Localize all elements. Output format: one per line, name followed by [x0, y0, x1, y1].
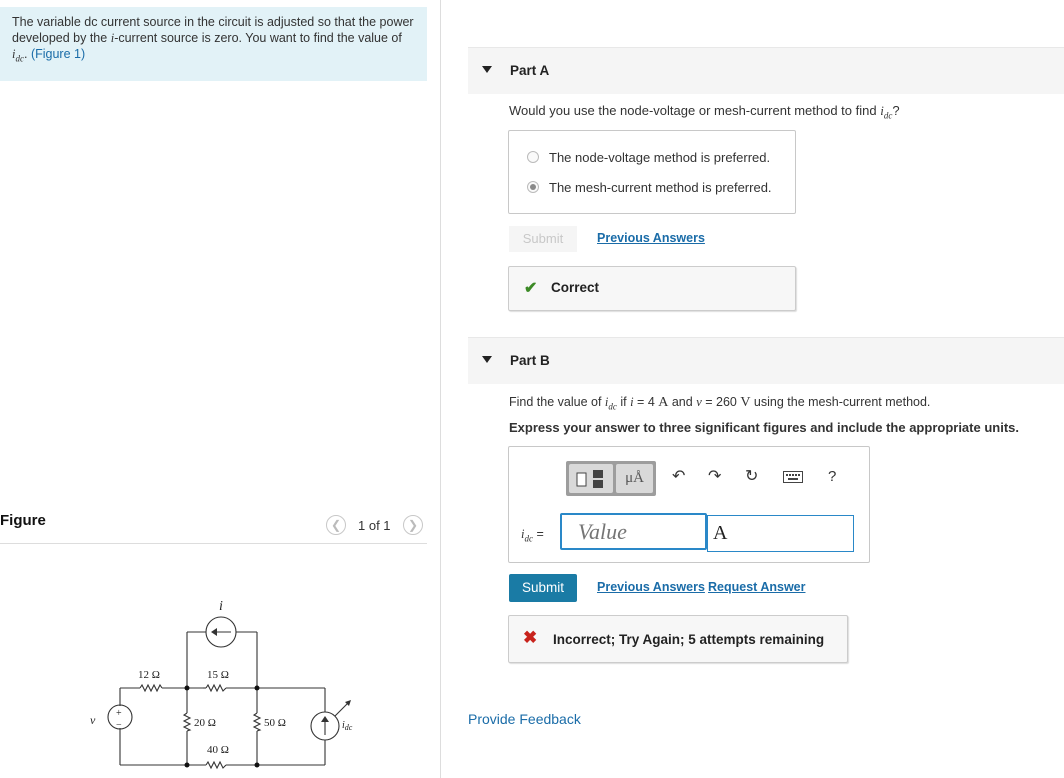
question-text: using the mesh-current method. — [750, 395, 931, 409]
question-text: Would you use the node-voltage or mesh-c… — [509, 103, 881, 118]
intro-text-part: . — [23, 47, 31, 61]
part-a-question: Would you use the node-voltage or mesh-c… — [509, 103, 900, 121]
reset-icon[interactable]: ↻ — [745, 469, 758, 485]
part-a-title: Part A — [510, 63, 550, 78]
checkmark-icon: ✔ — [524, 280, 538, 297]
unit-input[interactable] — [707, 515, 854, 552]
caret-down-icon[interactable] — [482, 66, 492, 73]
part-b-question: Find the value of idc if i = 4 A and v =… — [509, 395, 930, 412]
option-label-node-voltage[interactable]: The node-voltage method is preferred. — [549, 150, 770, 165]
question-text: if — [616, 395, 631, 409]
resistor-50-label: 50 Ω — [264, 717, 286, 729]
units-button[interactable]: μÅ — [616, 464, 653, 493]
resistor-12-label: 12 Ω — [138, 669, 160, 681]
panel-divider — [440, 0, 441, 778]
question-text: = 4 — [633, 395, 659, 409]
answer-box: μÅ ↶ ↷ ↻ ? idc = — [508, 446, 870, 563]
question-text: and — [668, 395, 697, 409]
current-i-label: i — [219, 599, 223, 614]
undo-icon[interactable]: ↶ — [672, 469, 685, 485]
provide-feedback-link[interactable]: Provide Feedback — [468, 711, 581, 727]
idc-label: idc — [342, 720, 353, 732]
radio-mesh-current[interactable] — [527, 181, 539, 193]
close-x-icon: ✖ — [523, 628, 538, 647]
radio-node-voltage[interactable] — [527, 151, 539, 163]
question-var-subscript: dc — [608, 401, 617, 412]
request-answer-link[interactable]: Request Answer — [708, 580, 805, 594]
answer-equals: = — [532, 527, 544, 541]
part-a-previous-answers-link[interactable]: Previous Answers — [597, 231, 705, 245]
figure-pagination: 1 of 1 — [358, 518, 391, 533]
caret-down-icon[interactable] — [482, 356, 492, 363]
correct-text: Correct — [551, 280, 600, 295]
circuit-diagram: 12 Ω 15 Ω 20 Ω 50 Ω 40 Ω i v + − idc — [90, 599, 353, 770]
part-a-header[interactable]: Part A — [468, 47, 1064, 94]
part-a-submit-button[interactable]: Submit — [509, 226, 577, 252]
figure-heading: Figure — [0, 512, 46, 529]
minus-sign: − — [116, 720, 122, 731]
resistor-15-label: 15 Ω — [207, 669, 229, 681]
resistor-40-label: 40 Ω — [207, 744, 229, 756]
option-label-mesh-current[interactable]: The mesh-current method is preferred. — [549, 180, 772, 195]
part-b-title: Part B — [510, 353, 550, 368]
part-b-previous-answers-link[interactable]: Previous Answers — [597, 580, 705, 594]
question-text: Find the value of — [509, 395, 605, 409]
question-text: = 260 — [701, 395, 741, 409]
intro-var-subscript: dc — [15, 53, 24, 64]
answer-var-subscript: dc — [524, 533, 533, 544]
question-text: ? — [892, 103, 900, 118]
chevron-left-icon[interactable]: ❮ — [326, 515, 346, 535]
options-box: The node-voltage method is preferred. Th… — [508, 130, 796, 214]
answer-variable-label: idc = — [521, 527, 544, 544]
incorrect-feedback-box: ✖ Incorrect; Try Again; 5 attempts remai… — [508, 615, 848, 663]
part-b-submit-button[interactable]: Submit — [509, 574, 577, 602]
figure-link[interactable]: (Figure 1) — [31, 47, 85, 61]
value-input[interactable] — [560, 513, 707, 550]
templates-icon[interactable] — [569, 464, 613, 493]
incorrect-text: Incorrect; Try Again; 5 attempts remaini… — [553, 632, 825, 647]
plus-sign: + — [116, 708, 122, 719]
resistor-20-label: 20 Ω — [194, 717, 216, 729]
question-unit: A — [658, 395, 669, 410]
help-icon[interactable]: ? — [828, 469, 836, 485]
keyboard-icon[interactable] — [783, 471, 803, 487]
voltage-v-label: v — [90, 713, 96, 727]
correct-feedback-box: ✔ Correct — [508, 266, 796, 311]
toolbar-group: μÅ — [566, 461, 656, 496]
figure-divider — [0, 543, 427, 544]
intro-text-part: -current source is zero. You want to fin… — [114, 31, 402, 45]
problem-intro-text: The variable dc current source in the ci… — [12, 14, 417, 67]
redo-icon[interactable]: ↷ — [708, 469, 721, 485]
question-unit: V — [740, 395, 751, 410]
chevron-right-icon[interactable]: ❯ — [403, 515, 423, 535]
part-b-header[interactable]: Part B — [468, 337, 1064, 384]
part-b-instruction: Express your answer to three significant… — [509, 420, 1019, 435]
